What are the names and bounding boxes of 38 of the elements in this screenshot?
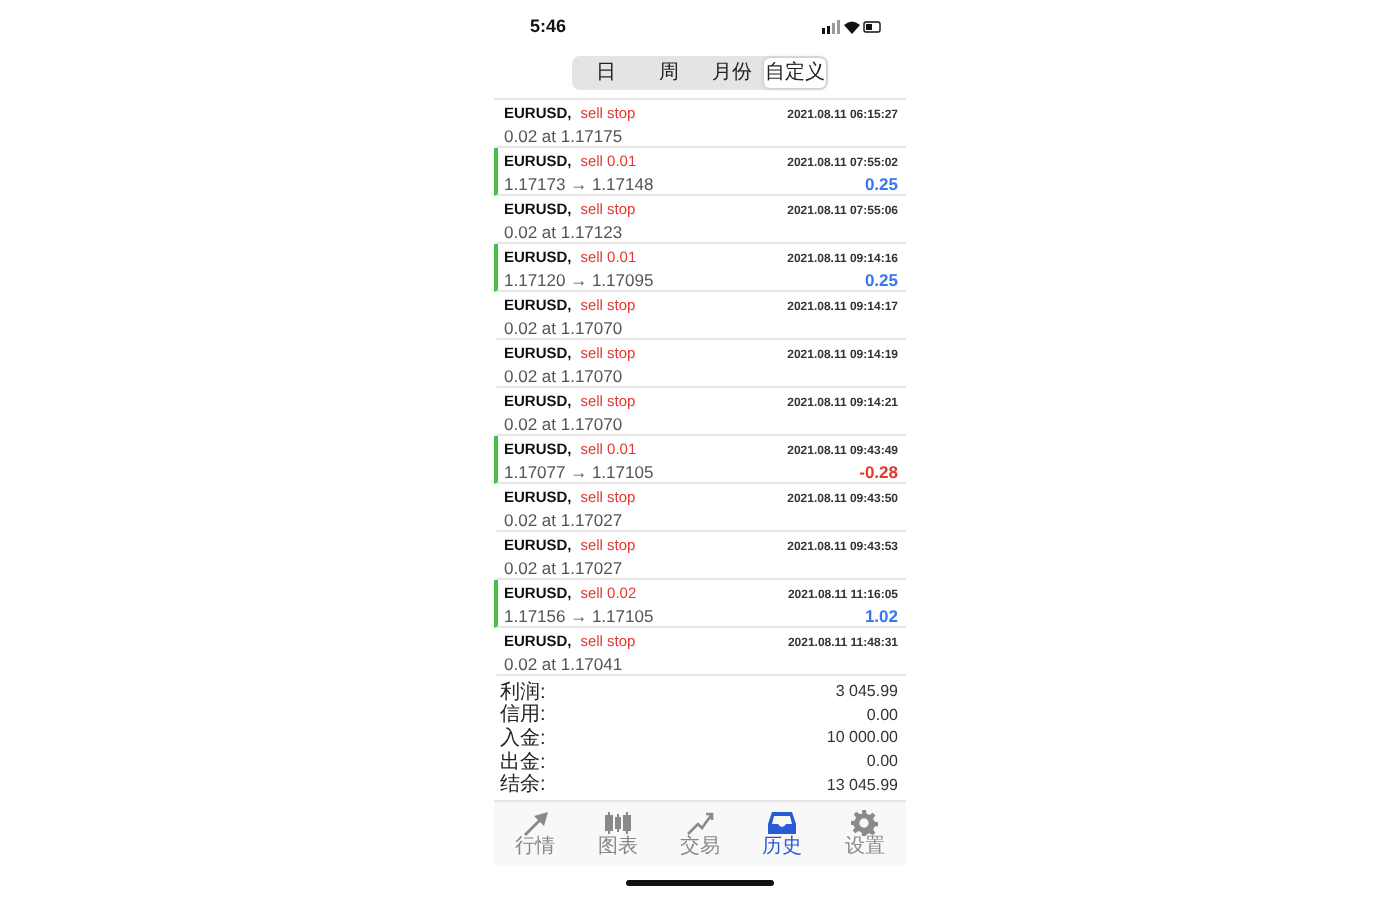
price-detail: 0.02 at 1.17070: [504, 414, 623, 435]
summary-value: 13 045.99: [826, 775, 898, 794]
price-detail: 0.02 at 1.17175: [504, 126, 623, 147]
nav-tab[interactable]: 历史: [741, 801, 824, 866]
price-detail: 0.02 at 1.17027: [504, 510, 623, 531]
profit-value: 0.25: [864, 174, 898, 195]
price-detail: 0.02 at 1.17123: [504, 222, 623, 243]
price-detail: 1.17120 → 1.17095: [504, 270, 654, 291]
settings-icon: [850, 809, 879, 836]
period-tab[interactable]: 月份: [700, 58, 763, 88]
period-tab[interactable]: 周: [637, 58, 700, 88]
price-detail: 0.02 at 1.17070: [504, 318, 623, 339]
period-tab[interactable]: 日: [574, 58, 637, 88]
summary-label: 信用:: [500, 702, 546, 727]
price-detail: 1.17173 → 1.17148: [504, 174, 654, 195]
inbox-icon: [768, 809, 797, 836]
summary-value: 0.00: [866, 705, 898, 724]
profit-value: 0.25: [864, 270, 898, 291]
status-icons: [822, 19, 882, 33]
clock-time: 5:46: [530, 16, 567, 36]
period-tab[interactable]: 自定义: [763, 58, 826, 88]
summary-label: 结余:: [500, 771, 546, 799]
price-detail: 1.17077 → 1.17105: [504, 462, 654, 483]
profit-value: -0.28: [859, 462, 898, 483]
price-detail: 1.17156 → 1.17105: [504, 606, 654, 627]
trend-icon: [686, 809, 714, 836]
summary-value: 3 045.99: [835, 682, 898, 701]
summary-label: 利润:: [500, 679, 546, 704]
price-detail: 0.02 at 1.17041: [504, 654, 623, 675]
summary-value: 10 000.00: [826, 728, 898, 747]
price-detail: 0.02 at 1.17027: [504, 558, 623, 579]
summary-value: 0.00: [866, 752, 898, 771]
summary-label: 入金:: [500, 725, 546, 751]
profit-value: 1.02: [864, 606, 898, 627]
candlestick-icon: [603, 809, 632, 836]
arrow-icon: [521, 809, 550, 836]
summary-label: 出金:: [500, 749, 546, 774]
price-detail: 0.02 at 1.17070: [504, 366, 623, 387]
